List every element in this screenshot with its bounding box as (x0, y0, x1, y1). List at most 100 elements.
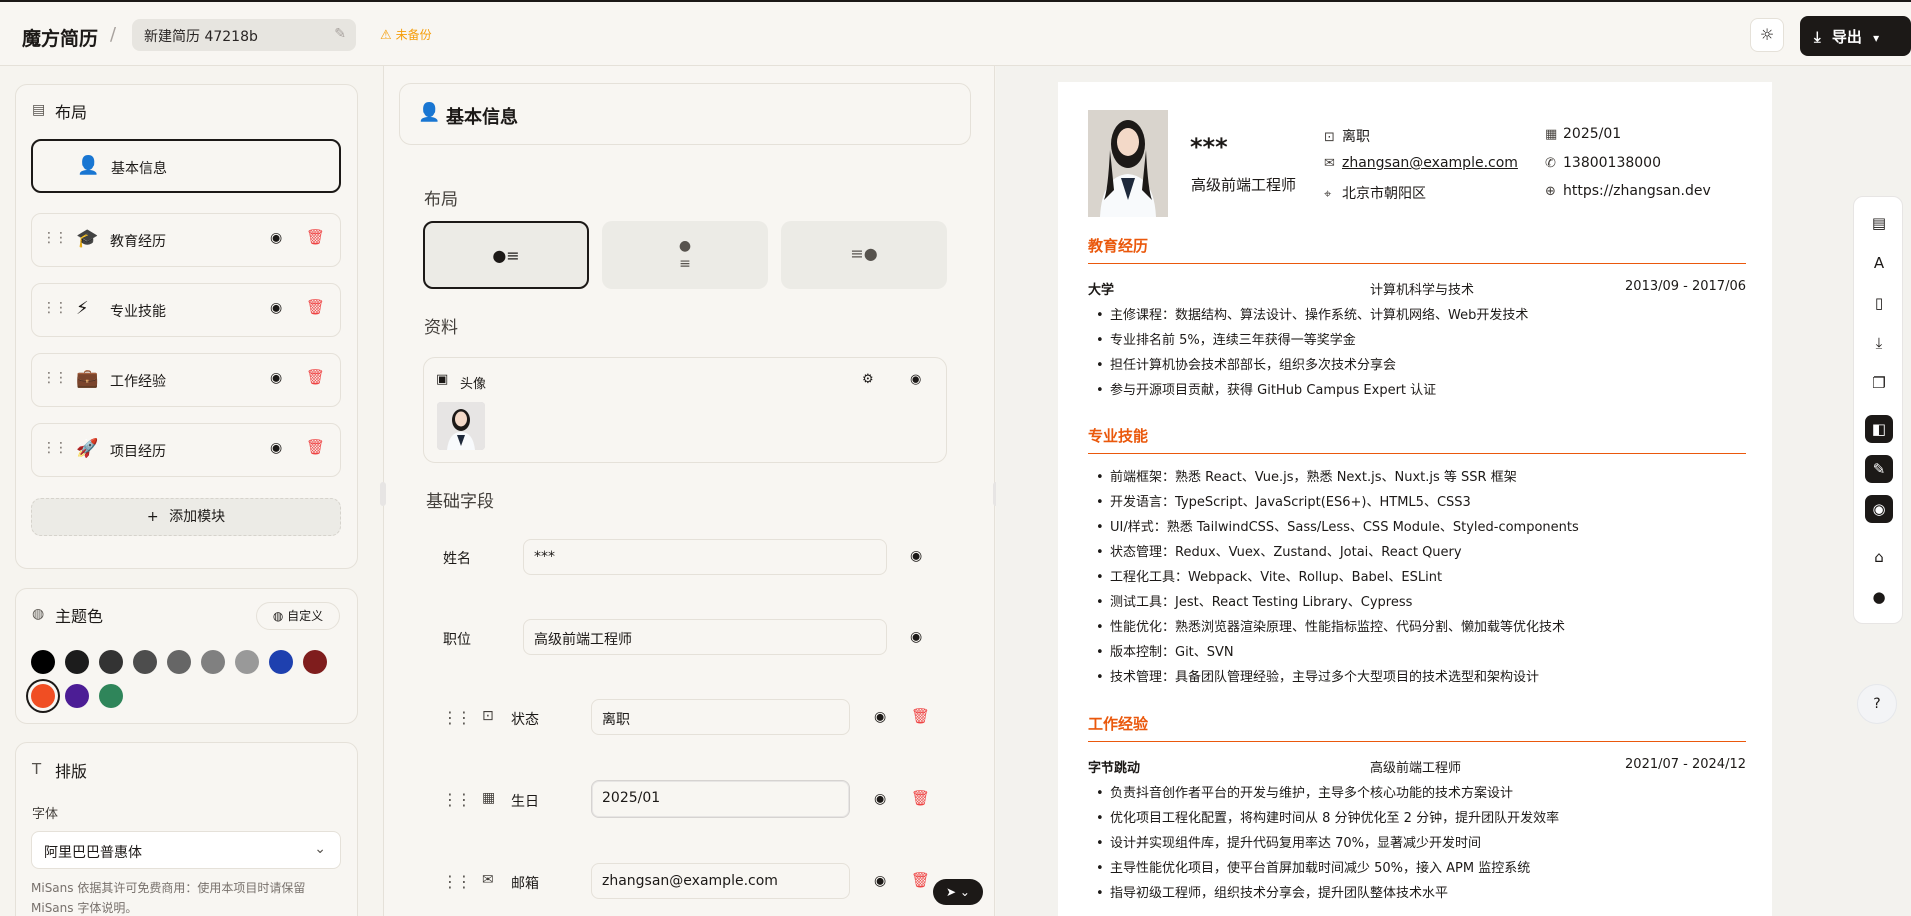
color-swatch[interactable] (133, 650, 157, 674)
color-swatch[interactable] (269, 650, 293, 674)
drag-handle-icon[interactable]: ⋮⋮ (442, 708, 472, 727)
brand-logo[interactable]: 魔方简历 (22, 24, 98, 51)
list-item: 开发语言：TypeScript、JavaScript(ES6+)、HTML5、C… (1092, 490, 1742, 515)
list-item: 负责抖音创作者平台的开发与维护，主导多个核心功能的技术方案设计 (1092, 781, 1742, 806)
resume-title-input[interactable]: 新建简历 47218b ✎ (132, 19, 356, 51)
trash-icon[interactable]: 🗑 (306, 368, 325, 386)
custom-color-label: 自定义 (287, 609, 324, 623)
github-icon[interactable]: ● (1867, 585, 1891, 609)
color-swatch[interactable] (65, 650, 89, 674)
drag-handle-icon[interactable]: ⋮⋮ (42, 440, 68, 456)
download-icon[interactable]: ⤓ (1867, 331, 1891, 355)
send-fab-button[interactable]: ➤ ⌄ (933, 879, 983, 905)
color-swatch[interactable] (99, 650, 123, 674)
color-swatch[interactable] (167, 650, 191, 674)
custom-color-button[interactable]: ◍ 自定义 (256, 602, 340, 630)
text-format-icon[interactable]: A (1867, 251, 1891, 275)
color-swatch[interactable] (235, 650, 259, 674)
section-item-education[interactable]: ⋮⋮ 🎓 教育经历 ◉ 🗑 (31, 213, 341, 267)
resume-email: ✉ zhangsan@example.com (1324, 155, 1518, 171)
layout-option-left[interactable]: ●≡ (423, 221, 589, 289)
preview-eye-icon[interactable]: ◉ (1865, 495, 1893, 523)
pen-icon[interactable]: ✎ (1865, 455, 1893, 483)
add-module-button[interactable]: + 添加模块 (31, 498, 341, 536)
trash-icon[interactable]: 🗑 (911, 789, 930, 807)
drag-handle-icon[interactable]: ⋮⋮ (442, 872, 472, 891)
sliders-icon[interactable]: ⚙ (862, 372, 874, 387)
backup-status[interactable]: ⚠ 未备份 (380, 26, 432, 43)
eye-icon[interactable]: ◉ (270, 440, 282, 456)
education-period: 2013/09 - 2017/06 (1625, 279, 1746, 294)
list-item: 主修课程：数据结构、算法设计、操作系统、计算机网络、Web开发技术 (1092, 303, 1742, 328)
profile-subheading: 资料 (424, 318, 458, 338)
export-button[interactable]: ⤓ 导出 ▾ (1800, 16, 1911, 56)
chevron-down-icon: ⌄ (959, 885, 970, 899)
eye-icon[interactable]: ◉ (910, 629, 922, 645)
resume-photo (1088, 110, 1168, 217)
layout-option-right[interactable]: ≡● (781, 221, 947, 289)
type-icon: T (32, 760, 42, 778)
theme-toggle-button[interactable]: ☼ (1750, 18, 1784, 52)
font-note: MiSans 依据其许可免费商用：使用本项目时请保留 MiSans 字体说明。 (31, 881, 306, 915)
drag-handle-icon[interactable]: ⋮⋮ (42, 300, 68, 316)
layout-icon: ▤ (32, 102, 46, 118)
left-resize-handle[interactable] (380, 482, 386, 506)
resume-status-text: 离职 (1342, 129, 1370, 145)
status-input[interactable]: 离职 (591, 699, 850, 735)
trash-icon[interactable]: 🗑 (306, 438, 325, 456)
drag-handle-icon[interactable]: ⋮⋮ (42, 370, 68, 386)
eye-icon[interactable]: ◉ (910, 548, 922, 564)
document-icon[interactable]: ▯ (1867, 291, 1891, 315)
section-item-basic-info[interactable]: 👤 基本信息 (31, 139, 341, 193)
eye-icon[interactable]: ◉ (874, 709, 886, 725)
resume-email-text[interactable]: zhangsan@example.com (1342, 155, 1518, 171)
drag-handle-icon[interactable]: ⋮⋮ (42, 230, 68, 246)
trash-icon[interactable]: 🗑 (911, 707, 930, 725)
briefcase-icon: ⊡ (1324, 130, 1335, 145)
home-icon[interactable]: ⌂ (1867, 545, 1891, 569)
color-swatch[interactable] (65, 684, 89, 708)
font-select-value: 阿里巴巴普惠体 (44, 845, 142, 861)
education-bullets: 主修课程：数据结构、算法设计、操作系统、计算机网络、Web开发技术 专业排名前 … (1092, 303, 1742, 403)
trash-icon[interactable]: 🗑 (306, 298, 325, 316)
eye-icon[interactable]: ◉ (910, 372, 921, 387)
position-input[interactable]: 高级前端工程师 (523, 619, 887, 655)
name-input[interactable]: *** (523, 539, 887, 575)
eye-icon[interactable]: ◉ (270, 300, 282, 316)
work-period: 2021/07 - 2024/12 (1625, 757, 1746, 772)
pencil-icon[interactable]: ✎ (334, 26, 346, 42)
section-item-projects[interactable]: ⋮⋮ 🚀 项目经历 ◉ 🗑 (31, 423, 341, 477)
eye-icon[interactable]: ◉ (874, 791, 886, 807)
section-item-work[interactable]: ⋮⋮ 💼 工作经验 ◉ 🗑 (31, 353, 341, 407)
color-swatch[interactable] (303, 650, 327, 674)
layout-panel-icon[interactable]: ▤ (1867, 211, 1891, 235)
eye-icon[interactable]: ◉ (270, 230, 282, 246)
layout-option-center[interactable]: ● ≡ (602, 221, 768, 289)
color-swatch[interactable] (31, 684, 55, 708)
avatar-thumbnail[interactable] (437, 402, 485, 450)
mail-icon: ✉ (482, 872, 494, 888)
list-item: 测试工具：Jest、React Testing Library、Cypress (1092, 590, 1742, 615)
eye-icon[interactable]: ◉ (270, 370, 282, 386)
copy-icon[interactable]: ❐ (1867, 371, 1891, 395)
list-item: 前端框架：熟悉 React、Vue.js，熟悉 Next.js、Nuxt.js … (1092, 465, 1742, 490)
help-button[interactable]: ? (1857, 684, 1897, 724)
calendar-icon: ▦ (482, 790, 496, 806)
color-swatch[interactable] (99, 684, 123, 708)
email-input[interactable]: zhangsan@example.com (591, 863, 850, 899)
layout-subheading: 布局 (424, 190, 458, 210)
drag-handle-icon[interactable]: ⋮⋮ (442, 790, 472, 809)
work-divider (1088, 741, 1746, 742)
sidebar-toggle-icon[interactable]: ◧ (1865, 415, 1893, 443)
education-divider (1088, 263, 1746, 264)
trash-icon[interactable]: 🗑 (306, 228, 325, 246)
color-swatch[interactable] (31, 650, 55, 674)
font-select[interactable]: 阿里巴巴普惠体 ⌄ (31, 831, 341, 869)
birthday-input[interactable]: 2025/01 (591, 780, 850, 818)
work-company: 字节跳动 (1088, 761, 1141, 776)
color-swatch[interactable] (201, 650, 225, 674)
eye-icon[interactable]: ◉ (874, 873, 886, 889)
user-icon: 👤 (77, 155, 100, 176)
trash-icon[interactable]: 🗑 (911, 871, 930, 889)
section-item-skills[interactable]: ⋮⋮ ⚡ 专业技能 ◉ 🗑 (31, 283, 341, 337)
